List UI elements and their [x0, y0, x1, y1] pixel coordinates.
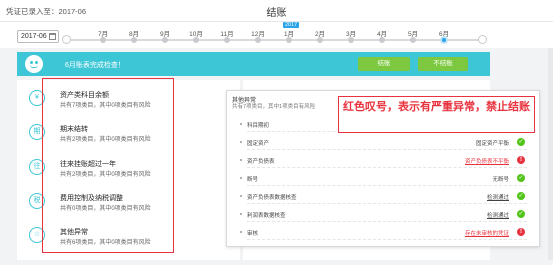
calendar-icon	[49, 33, 56, 40]
timeline-dot[interactable]	[410, 37, 416, 43]
timeline-next-handle[interactable]	[478, 35, 487, 44]
close-period-button[interactable]: 结账	[358, 57, 410, 71]
timeline-dot[interactable]	[100, 37, 106, 43]
bullet-icon	[240, 141, 242, 143]
detail-row-status-link[interactable]: 资产负债表不平衡	[465, 157, 509, 165]
detail-row-name: 断号	[247, 177, 259, 183]
detail-row-status-link: 无断号	[492, 177, 509, 183]
bullet-icon	[240, 123, 242, 125]
timeline-track	[65, 39, 483, 41]
detail-row-name: 固定资产	[247, 141, 270, 147]
timeline-dot-active[interactable]	[440, 36, 448, 44]
timeline-dot[interactable]	[131, 37, 137, 43]
detail-row: 利润表数据核查 检测通过 ✓	[240, 207, 527, 222]
timeline-dot[interactable]	[348, 37, 354, 43]
timeline-dot[interactable]	[162, 37, 168, 43]
detail-row-name: 资产负债表数据核查	[247, 195, 297, 201]
banner-message: 6月账表完成检查！	[65, 62, 125, 69]
bullet-icon	[240, 231, 242, 233]
detail-row-status-link[interactable]: 检测通过	[487, 211, 509, 219]
highlight-box-left	[42, 78, 174, 253]
smiley-icon	[25, 55, 43, 73]
timeline-dot[interactable]	[193, 37, 199, 43]
period-timeline: 2017-06 2017 7月 8月 9月 10月 11月 12月 1月 2月 3月 4月 5月 6月	[0, 22, 553, 48]
bullet-icon	[240, 159, 242, 161]
detail-row-name: 资产负债表	[247, 159, 275, 165]
detail-row: 固定资产 固定资产平衡 ✓	[240, 135, 527, 150]
bullet-icon	[240, 213, 242, 215]
timeline-prev-handle[interactable]	[62, 35, 71, 44]
page-title: 结账	[266, 8, 287, 19]
timeline-dot[interactable]	[379, 37, 385, 43]
status-banner: 6月账表完成检查！ 结账 不结账	[17, 52, 490, 76]
timeline-dot[interactable]	[255, 37, 261, 43]
timeline-dot[interactable]	[224, 37, 230, 43]
detail-row-status-link[interactable]: 存在未审核的凭证	[465, 229, 509, 237]
scrollbar[interactable]	[548, 48, 553, 260]
error-exclamation-icon: !	[517, 228, 525, 236]
detail-subtitle: 共有7项类目，其中1项类目有风险	[232, 104, 316, 110]
period-select[interactable]: 2017-06	[17, 30, 59, 43]
success-check-icon: ✓	[517, 210, 525, 218]
detail-row-name: 审核	[247, 231, 259, 237]
reverse-close-button[interactable]: 不结账	[418, 57, 468, 71]
success-check-icon: ✓	[517, 138, 525, 146]
detail-row: 资产负债表数据核查 检测通过 ✓	[240, 189, 527, 204]
timeline-dot[interactable]	[286, 37, 292, 43]
detail-row-name: 科目期初	[247, 123, 270, 129]
detail-row: 资产负债表 资产负债表不平衡!	[240, 153, 527, 168]
detail-row: 断号 无断号 ✓	[240, 171, 527, 186]
bullet-icon	[240, 195, 242, 197]
detail-row-status-link: 固定资产平衡	[475, 141, 509, 147]
annotation-callout: 红色叹号，表示有严重异常，禁止结账	[338, 96, 535, 133]
bullet-icon	[240, 177, 242, 179]
timeline-dot[interactable]	[317, 37, 323, 43]
error-exclamation-icon: !	[517, 156, 525, 164]
top-bar: 凭证已录入至：2017-06 结账	[0, 0, 553, 22]
detail-row: 审核 存在未审核的凭证!	[240, 225, 527, 240]
success-check-icon: ✓	[517, 174, 525, 182]
detail-row-status-link[interactable]: 检测通过	[487, 193, 509, 201]
detail-row-name: 利润表数据核查	[247, 213, 286, 219]
period-select-value: 2017-06	[21, 33, 47, 40]
success-check-icon: ✓	[517, 192, 525, 200]
